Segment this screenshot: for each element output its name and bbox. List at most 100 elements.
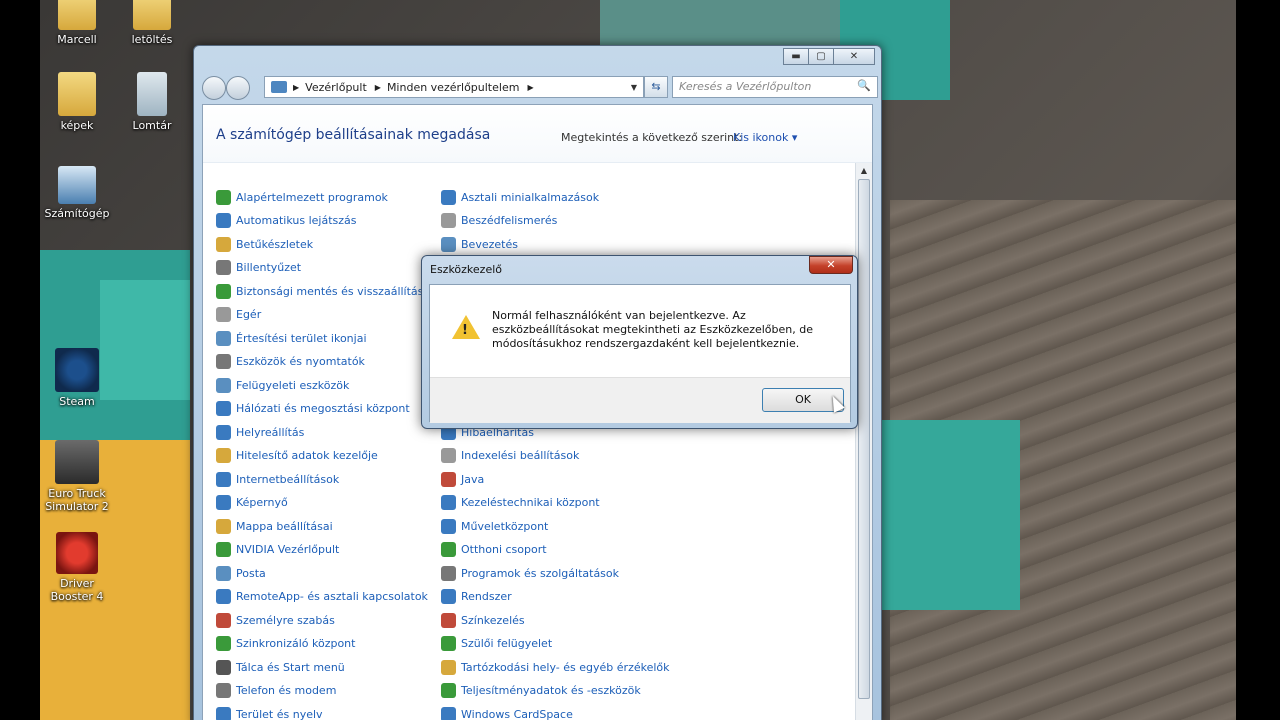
desktop-icon-letoltes[interactable]: letöltés	[115, 0, 189, 46]
device-manager-dialog: Eszközkezelő ✕ ! Normál felhasználóként …	[421, 255, 858, 429]
control-panel-item[interactable]: Tartózkodási hely- és egyéb érzékelők	[441, 657, 670, 677]
desktop-icon-szamitogep[interactable]: Számítógép	[40, 166, 114, 220]
control-panel-item[interactable]: Billentyűzet	[216, 258, 301, 278]
item-icon	[216, 424, 231, 440]
content-header: A számítógép beállításainak megadása Meg…	[203, 105, 872, 163]
item-label: Eszközök és nyomtatók	[236, 355, 365, 368]
scroll-up-icon[interactable]: ▲	[856, 163, 872, 179]
item-icon	[441, 683, 456, 698]
desktop-icon-label: Euro Truck Simulator 2	[45, 487, 109, 513]
address-bar[interactable]: ▶ Vezérlőpult ▶ Minden vezérlőpultelem ▶…	[264, 76, 644, 98]
control-panel-item[interactable]: Képernyő	[216, 493, 288, 513]
folder-icon	[58, 0, 96, 30]
scroll-thumb[interactable]	[858, 179, 870, 699]
item-icon	[216, 377, 231, 393]
control-panel-item[interactable]: Indexelési beállítások	[441, 446, 579, 466]
control-panel-item[interactable]: Programok és szolgáltatások	[441, 563, 619, 583]
control-panel-item[interactable]: Egér	[216, 305, 261, 325]
item-label: Posta	[236, 566, 266, 580]
desktop-icon-label: Lomtár	[132, 119, 172, 132]
item-icon	[216, 307, 231, 322]
desktop-icon-label: Steam	[59, 395, 95, 408]
letterbox-left	[0, 0, 40, 720]
control-panel-item[interactable]: Java	[441, 469, 484, 489]
control-panel-item[interactable]: Szinkronizáló központ	[216, 634, 355, 654]
control-panel-item[interactable]: Biztonsági mentés és visszaállítás	[216, 281, 423, 301]
control-panel-item[interactable]: Beszédfelismerés	[441, 211, 557, 231]
item-icon	[441, 189, 456, 205]
desktop-icon-steam[interactable]: Steam	[40, 348, 114, 408]
steam-icon	[55, 348, 99, 392]
refresh-button[interactable]: ⇆	[644, 76, 668, 98]
control-panel-item[interactable]: Otthoni csoport	[441, 540, 547, 560]
control-panel-item[interactable]: Bevezetés	[441, 234, 518, 254]
forward-button[interactable]	[226, 76, 250, 100]
desktop-icon-kepek[interactable]: képek	[40, 72, 114, 132]
close-button[interactable]: ✕	[833, 48, 875, 65]
control-panel-item[interactable]: Műveletközpont	[441, 516, 548, 536]
control-panel-item[interactable]: Értesítési terület ikonjai	[216, 328, 367, 348]
item-label: Automatikus lejátszás	[236, 214, 357, 227]
item-icon	[216, 471, 231, 487]
item-label: Helyreállítás	[236, 425, 305, 439]
breadcrumb-minden-vezerlopultelem[interactable]: Minden vezérlőpultelem	[387, 81, 520, 94]
desktop-icon-marcell[interactable]: Marcell	[40, 0, 114, 46]
control-panel-item[interactable]: Mappa beállításai	[216, 516, 333, 536]
control-panel-item[interactable]: Posta	[216, 563, 266, 583]
control-panel-item[interactable]: Internetbeállítások	[216, 469, 339, 489]
control-panel-item[interactable]: RemoteApp- és asztali kapcsolatok	[216, 587, 428, 607]
control-panel-item[interactable]: Teljesítményadatok és -eszközök	[441, 681, 641, 701]
control-panel-item[interactable]: Rendszer	[441, 587, 512, 607]
search-input[interactable]: Keresés a Vezérlőpulton 🔍	[672, 76, 878, 98]
item-icon	[441, 659, 456, 675]
maximize-button[interactable]: ▢	[808, 48, 834, 65]
desktop-icon-lomtar[interactable]: Lomtár	[115, 72, 189, 132]
control-panel-item[interactable]: Felügyeleti eszközök	[216, 375, 349, 395]
control-panel-item[interactable]: Windows CardSpace	[441, 704, 573, 720]
minimize-button[interactable]: ▬	[783, 48, 809, 65]
search-placeholder: Keresés a Vezérlőpulton	[679, 80, 812, 93]
page-title: A számítógép beállításainak megadása	[216, 127, 491, 143]
view-by-dropdown[interactable]: Kis ikonok ▾	[733, 131, 797, 144]
item-icon	[216, 495, 231, 510]
control-panel-item[interactable]: Eszközök és nyomtatók	[216, 352, 365, 372]
control-panel-item[interactable]: Szülői felügyelet	[441, 634, 552, 654]
control-panel-item[interactable]: Helyreállítás	[216, 422, 304, 442]
address-dropdown-icon[interactable]: ▼	[631, 83, 637, 92]
computer-icon	[58, 166, 96, 204]
dialog-body: ! Normál felhasználóként van bejelentkez…	[429, 284, 851, 423]
control-panel-item[interactable]: Színkezelés	[441, 610, 525, 630]
item-icon	[216, 683, 231, 698]
control-panel-item[interactable]: Hitelesítő adatok kezelője	[216, 446, 378, 466]
vertical-scrollbar[interactable]: ▲	[855, 163, 872, 720]
item-icon	[216, 236, 231, 252]
control-panel-item[interactable]: Telefon és modem	[216, 681, 336, 701]
search-icon[interactable]: 🔍	[857, 79, 871, 92]
control-panel-item[interactable]: Automatikus lejátszás	[216, 211, 357, 231]
dialog-close-button[interactable]: ✕	[809, 256, 853, 274]
item-icon	[441, 236, 456, 252]
item-label: Biztonsági mentés és visszaállítás	[236, 284, 424, 298]
control-panel-item[interactable]: Terület és nyelv	[216, 704, 323, 720]
breadcrumb-separator: ▶	[293, 82, 300, 92]
item-label: Betűkészletek	[236, 237, 314, 251]
control-panel-item[interactable]: Tálca és Start menü	[216, 657, 345, 677]
control-panel-item[interactable]: NVIDIA Vezérlőpult	[216, 540, 339, 560]
desktop-icon-label: Driver Booster 4	[50, 577, 104, 603]
control-panel-item[interactable]: Alapértelmezett programok	[216, 187, 388, 207]
desktop-icon-euro-truck[interactable]: Euro Truck Simulator 2	[40, 440, 114, 513]
item-icon	[441, 213, 456, 228]
control-panel-item[interactable]: Asztali minialkalmazások	[441, 187, 599, 207]
control-panel-item[interactable]: Hálózati és megosztási központ	[216, 399, 410, 419]
dialog-title: Eszközkezelő	[430, 263, 503, 276]
recycle-bin-icon	[137, 72, 167, 116]
desktop-icon-driver-booster[interactable]: Driver Booster 4	[40, 532, 114, 603]
breadcrumb-vezerlopult[interactable]: Vezérlőpult	[305, 81, 367, 94]
item-icon	[441, 636, 456, 651]
item-icon	[441, 495, 456, 510]
back-button[interactable]	[202, 76, 226, 100]
control-panel-item[interactable]: Kezeléstechnikai központ	[441, 493, 600, 513]
item-label: Rendszer	[461, 590, 512, 603]
control-panel-item[interactable]: Betűkészletek	[216, 234, 313, 254]
control-panel-item[interactable]: Személyre szabás	[216, 610, 335, 630]
